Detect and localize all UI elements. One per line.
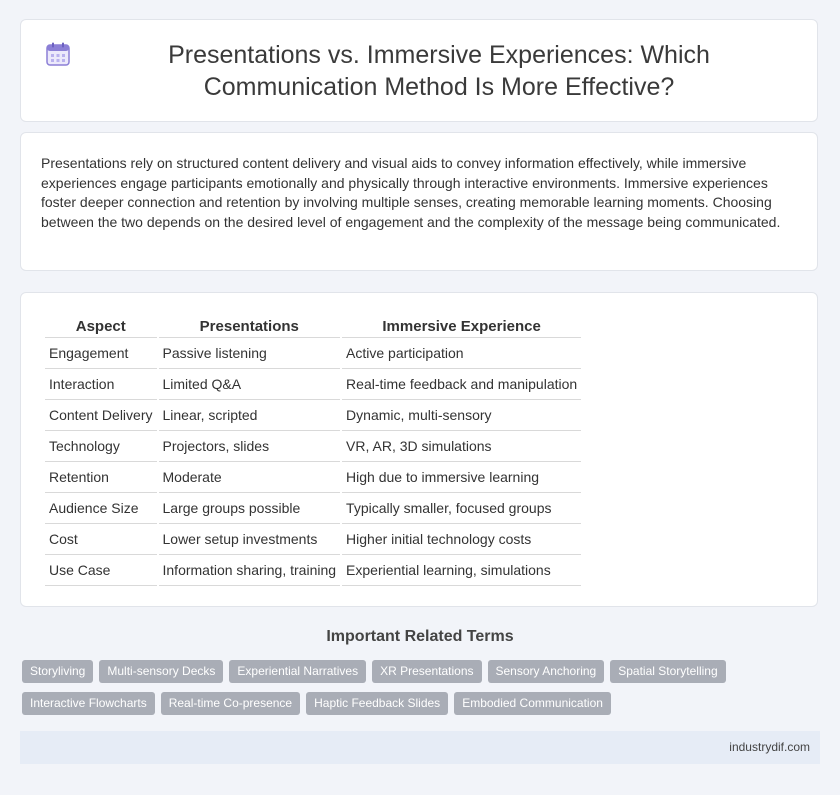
table-row: Use Case Information sharing, training E… (45, 555, 582, 586)
table-cell: Limited Q&A (158, 369, 341, 400)
term-tag[interactable]: Interactive Flowcharts (22, 692, 155, 715)
table-cell: Audience Size (45, 493, 157, 524)
table-cell: Experiential learning, simulations (342, 555, 582, 586)
table-cell: Technology (45, 431, 157, 462)
table-cell: Higher initial technology costs (342, 524, 582, 555)
table-cell: Lower setup investments (158, 524, 341, 555)
table-cell: Projectors, slides (158, 431, 341, 462)
intro-card: Presentations rely on structured content… (20, 132, 818, 271)
footer: industrydif.com (20, 731, 820, 764)
column-header-immersive: Immersive Experience (342, 315, 582, 338)
table-row: Engagement Passive listening Active part… (45, 338, 582, 369)
table-cell: Use Case (45, 555, 157, 586)
related-terms-list: Storyliving Multi-sensory Decks Experien… (22, 660, 822, 715)
term-tag[interactable]: XR Presentations (372, 660, 482, 683)
table-cell: VR, AR, 3D simulations (342, 431, 582, 462)
table-cell: Active participation (342, 338, 582, 369)
table-header-row: Aspect Presentations Immersive Experienc… (45, 315, 582, 338)
header-card: Presentations vs. Immersive Experiences:… (20, 19, 818, 122)
table-cell: Large groups possible (158, 493, 341, 524)
term-tag[interactable]: Haptic Feedback Slides (306, 692, 449, 715)
term-tag[interactable]: Sensory Anchoring (487, 660, 605, 683)
term-tag[interactable]: Spatial Storytelling (610, 660, 726, 683)
table-cell: Information sharing, training (158, 555, 341, 586)
table-cell: Interaction (45, 369, 157, 400)
intro-paragraph: Presentations rely on structured content… (41, 155, 781, 230)
table-row: Technology Projectors, slides VR, AR, 3D… (45, 431, 582, 462)
table-cell: Dynamic, multi-sensory (342, 400, 582, 431)
table-cell: Moderate (158, 462, 341, 493)
comparison-table: Aspect Presentations Immersive Experienc… (43, 315, 583, 586)
table-cell: Real-time feedback and manipulation (342, 369, 582, 400)
term-tag[interactable]: Embodied Communication (454, 692, 611, 715)
table-cell: Content Delivery (45, 400, 157, 431)
table-cell: Linear, scripted (158, 400, 341, 431)
table-row: Audience Size Large groups possible Typi… (45, 493, 582, 524)
table-cell: Retention (45, 462, 157, 493)
term-tag[interactable]: Multi-sensory Decks (99, 660, 224, 683)
comparison-card: Aspect Presentations Immersive Experienc… (20, 292, 818, 607)
table-row: Cost Lower setup investments Higher init… (45, 524, 582, 555)
term-tag[interactable]: Experiential Narratives (229, 660, 367, 683)
table-row: Content Delivery Linear, scripted Dynami… (45, 400, 582, 431)
related-terms-title: Important Related Terms (326, 628, 514, 645)
term-tag[interactable]: Storyliving (22, 660, 94, 683)
table-cell: Typically smaller, focused groups (342, 493, 582, 524)
column-header-presentations: Presentations (158, 315, 341, 338)
table-cell: Passive listening (158, 338, 341, 369)
table-row: Interaction Limited Q&A Real-time feedba… (45, 369, 582, 400)
table-cell: High due to immersive learning (342, 462, 582, 493)
footer-site-link[interactable]: industrydif.com (729, 740, 810, 754)
table-cell: Cost (45, 524, 157, 555)
term-tag[interactable]: Real-time Co-presence (160, 692, 301, 715)
table-row: Retention Moderate High due to immersive… (45, 462, 582, 493)
table-cell: Engagement (45, 338, 157, 369)
column-header-aspect: Aspect (45, 315, 157, 338)
page-title: Presentations vs. Immersive Experiences:… (168, 40, 710, 101)
calendar-icon (46, 42, 70, 66)
